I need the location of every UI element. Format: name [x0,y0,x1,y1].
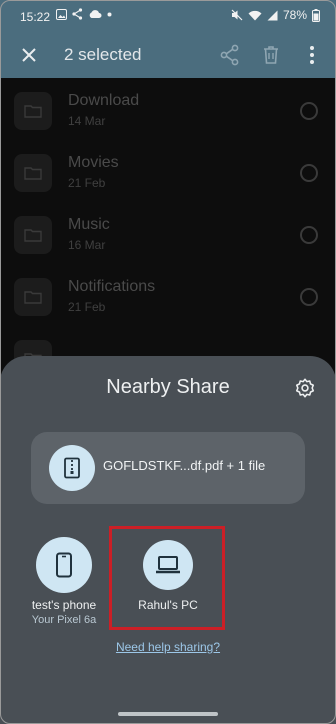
list-item[interactable]: Movies 21 Feb [0,140,336,202]
image-icon [56,8,67,20]
highlight-box [109,526,225,630]
mute-icon [231,9,243,21]
list-item-name: Download [68,92,140,109]
close-icon[interactable] [18,44,40,66]
sheet-title: Nearby Share [106,376,230,398]
wifi-icon [248,10,262,20]
shared-files-card: GOFLDSTKF...df.pdf + 1 file [31,432,305,504]
status-bar: 15:22 78% [0,0,336,34]
folder-list: Download 14 Mar Movies 21 Feb Music 16 M… [0,78,336,388]
gear-icon[interactable] [294,377,316,399]
share-icon[interactable] [218,43,242,67]
selection-count: 2 selected [64,45,142,64]
select-radio[interactable] [300,288,318,306]
more-options-icon[interactable] [300,43,324,67]
selection-toolbar: 2 selected [0,34,336,78]
folder-icon [14,154,52,192]
list-item-date: 16 Mar [68,238,106,252]
delete-icon[interactable] [259,43,283,67]
select-radio[interactable] [300,164,318,182]
device-sublabel: Your Pixel 6a [31,614,97,626]
folder-icon [14,92,52,130]
list-item-name: Music [68,216,110,233]
list-item[interactable]: Music 16 Mar [0,202,336,264]
list-item-name: Movies [68,154,119,171]
battery-percent: 78% [282,8,307,22]
select-radio[interactable] [300,102,318,120]
list-item-date: 14 Mar [68,114,106,128]
signal-icon [267,10,278,20]
device-test-phone[interactable]: test's phone Your Pixel 6a [14,540,114,626]
list-item[interactable]: Notifications 21 Feb [0,264,336,326]
cloud-icon [89,10,102,18]
list-item-date: 21 Feb [68,300,106,314]
gesture-nav-bar [118,712,218,716]
list-item-date: 21 Feb [68,176,106,190]
device-label: test's phone [31,598,97,612]
select-radio[interactable] [300,226,318,244]
dot-icon [107,12,112,16]
list-item-name: Notifications [68,278,156,295]
status-time: 15:22 [20,10,51,24]
list-item[interactable]: Download 14 Mar [0,78,336,140]
zip-file-icon [49,445,95,491]
shared-files-name: GOFLDSTKF...df.pdf + 1 file [103,458,266,473]
help-sharing-link[interactable]: Need help sharing? [0,640,336,654]
phone-icon [39,540,89,590]
folder-icon [14,216,52,254]
share-icon [72,8,83,20]
folder-icon [14,278,52,316]
battery-icon [312,8,320,22]
